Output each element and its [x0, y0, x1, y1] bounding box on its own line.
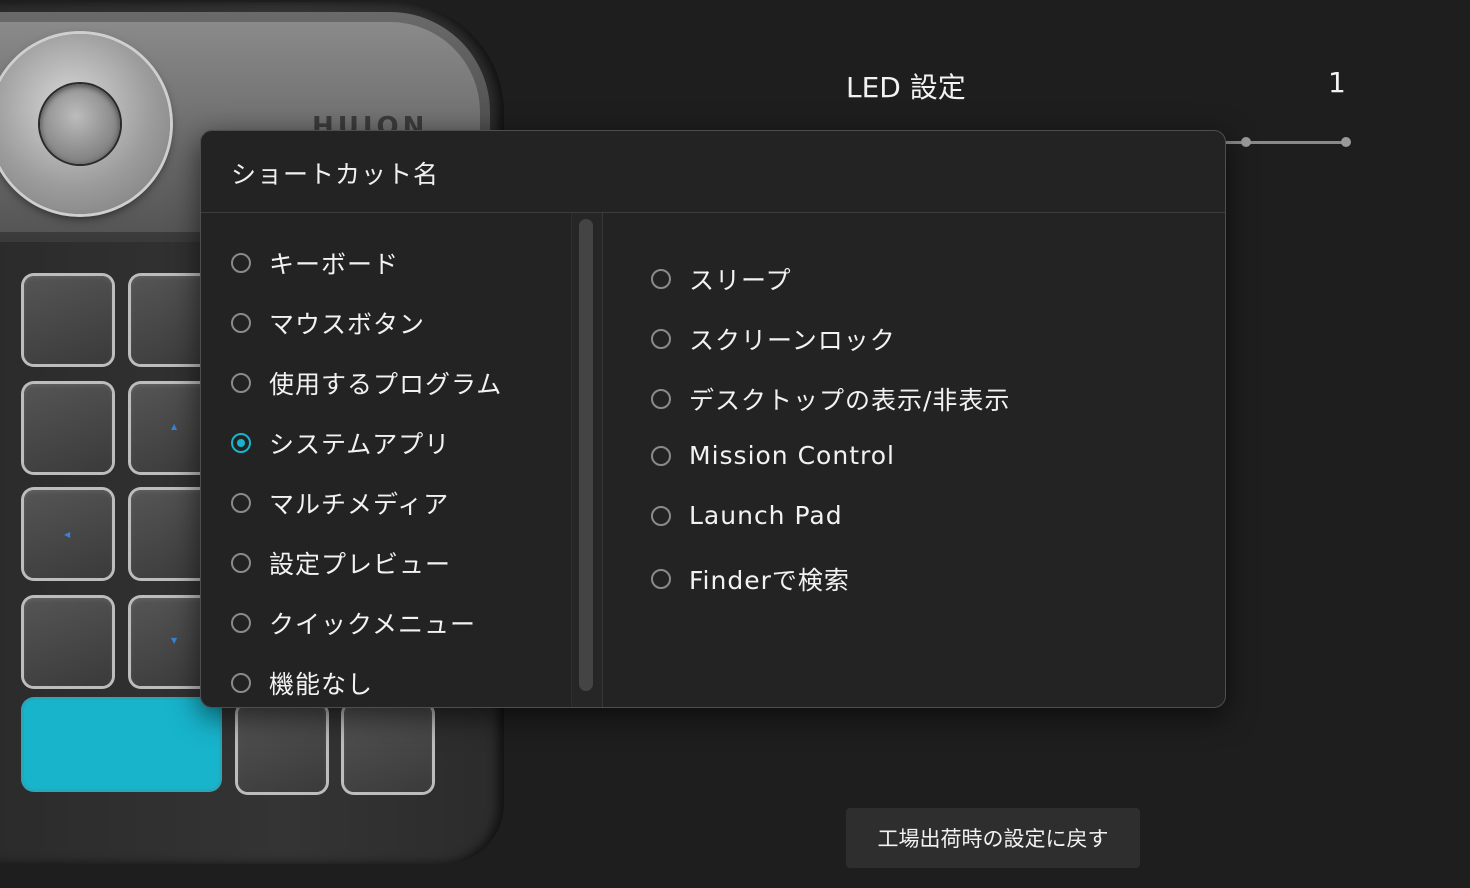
- device-key-1[interactable]: [24, 276, 112, 364]
- radio-icon[interactable]: [231, 673, 251, 693]
- category-program[interactable]: 使用するプログラム: [231, 365, 502, 401]
- radio-icon[interactable]: [651, 505, 671, 526]
- radio-icon[interactable]: [651, 569, 671, 589]
- led-slider-tick: [1241, 137, 1251, 147]
- led-value: 1: [1328, 66, 1346, 99]
- radio-icon[interactable]: [651, 445, 671, 466]
- category-multimedia[interactable]: マルチメディア: [231, 485, 449, 521]
- device-key-10[interactable]: [344, 704, 432, 792]
- option-screen-lock[interactable]: スクリーンロック: [651, 321, 896, 357]
- radio-icon[interactable]: [651, 269, 671, 289]
- device-key-wide-selected[interactable]: [24, 700, 219, 789]
- category-label: 設定プレビュー: [269, 550, 452, 579]
- option-label: スクリーンロック: [689, 326, 896, 355]
- radio-icon[interactable]: [651, 329, 671, 349]
- category-label: クイックメニュー: [269, 610, 477, 639]
- radio-icon[interactable]: [231, 253, 251, 273]
- factory-reset-button[interactable]: 工場出荷時の設定に戻す: [846, 808, 1140, 868]
- category-settings-preview[interactable]: 設定プレビュー: [231, 545, 451, 581]
- category-no-function[interactable]: 機能なし: [231, 665, 373, 701]
- category-label: 使用するプログラム: [269, 370, 503, 399]
- category-mouse-button[interactable]: マウスボタン: [231, 305, 425, 341]
- radio-icon[interactable]: [231, 613, 251, 633]
- category-scrollbar[interactable]: [571, 213, 603, 707]
- option-mission-control[interactable]: Mission Control: [651, 441, 895, 470]
- scrollbar-thumb[interactable]: [579, 219, 593, 691]
- led-slider-handle[interactable]: [1341, 137, 1351, 147]
- arrow-left-icon: ◀: [64, 530, 71, 539]
- category-label: キーボード: [269, 250, 400, 279]
- led-settings-title: LED 設定: [846, 71, 966, 104]
- option-label: Launch Pad: [689, 501, 843, 530]
- radio-icon[interactable]: [231, 553, 251, 573]
- app-window: HUION ▲ ◀ ▼ LED 設定 1 工場出荷時の設定に戻す ショートカット…: [0, 0, 1470, 888]
- device-key-3[interactable]: [24, 384, 112, 472]
- category-label: マルチメディア: [269, 490, 450, 519]
- category-keyboard[interactable]: キーボード: [231, 245, 399, 281]
- dial-center-button[interactable]: [40, 84, 120, 164]
- option-label: Mission Control: [689, 441, 895, 470]
- category-list: キーボード マウスボタン 使用するプログラム システムアプリ マルチメディア 設…: [201, 213, 571, 707]
- category-system-app[interactable]: システムアプリ: [231, 425, 450, 461]
- radio-icon[interactable]: [231, 493, 251, 513]
- category-quick-menu[interactable]: クイックメニュー: [231, 605, 476, 641]
- radio-icon[interactable]: [231, 313, 251, 333]
- option-show-desktop[interactable]: デスクトップの表示/非表示: [651, 381, 1010, 417]
- popup-title: ショートカット名: [231, 160, 440, 189]
- radio-icon[interactable]: [231, 373, 251, 393]
- category-label: マウスボタン: [269, 310, 426, 339]
- option-finder-search[interactable]: Finderで検索: [651, 561, 850, 597]
- option-launch-pad[interactable]: Launch Pad: [651, 501, 843, 530]
- arrow-down-icon: ▼: [171, 636, 178, 645]
- system-app-list: スリープ スクリーンロック デスクトップの表示/非表示 Mission Cont…: [603, 213, 1225, 707]
- popup-header: ショートカット名: [201, 131, 1225, 213]
- option-label: スリープ: [689, 266, 792, 295]
- category-label: システムアプリ: [269, 430, 451, 459]
- device-key-7[interactable]: [24, 598, 112, 686]
- arrow-up-icon: ▲: [171, 422, 178, 431]
- radio-icon[interactable]: [651, 389, 671, 409]
- option-sleep[interactable]: スリープ: [651, 261, 792, 297]
- device-key-5[interactable]: ◀: [24, 490, 112, 578]
- option-label: Finderで検索: [689, 566, 850, 595]
- device-key-9[interactable]: [238, 704, 326, 792]
- category-label: 機能なし: [269, 670, 374, 699]
- option-label: デスクトップの表示/非表示: [689, 386, 1011, 415]
- shortcut-popup: ショートカット名 キーボード マウスボタン 使用するプログラム システムアプリ …: [200, 130, 1226, 708]
- radio-selected-icon[interactable]: [231, 433, 251, 453]
